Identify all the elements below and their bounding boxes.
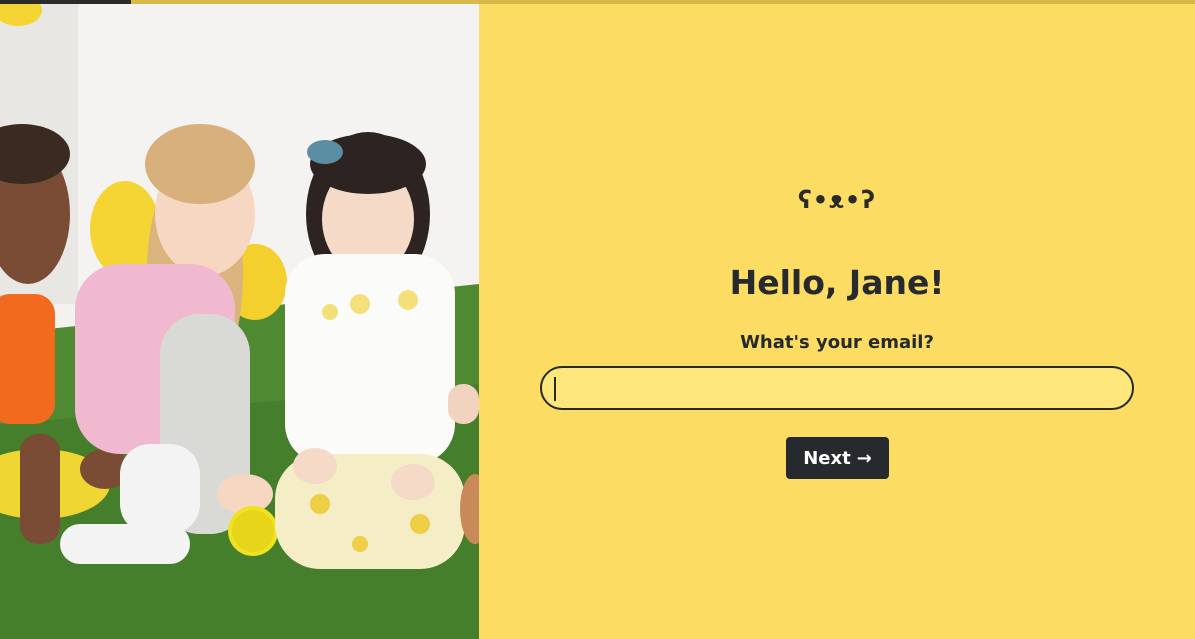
onboarding-page: ʕ•ᴥ•ʔ Hello, Jane! What's your email? Ne… <box>0 0 1195 639</box>
hero-photo <box>0 4 479 639</box>
next-button-label: Next <box>803 447 851 469</box>
children-playing-illustration <box>0 4 479 639</box>
arrow-right-icon: → <box>856 447 872 469</box>
text-cursor <box>554 377 556 401</box>
next-button[interactable]: Next → <box>786 437 889 479</box>
email-question-label: What's your email? <box>740 332 934 353</box>
page-title: Hello, Jane! <box>729 263 945 302</box>
bear-logo-icon: ʕ•ᴥ•ʔ <box>798 186 876 214</box>
email-input[interactable] <box>540 366 1134 410</box>
signup-form-panel: ʕ•ᴥ•ʔ Hello, Jane! What's your email? Ne… <box>479 4 1195 639</box>
